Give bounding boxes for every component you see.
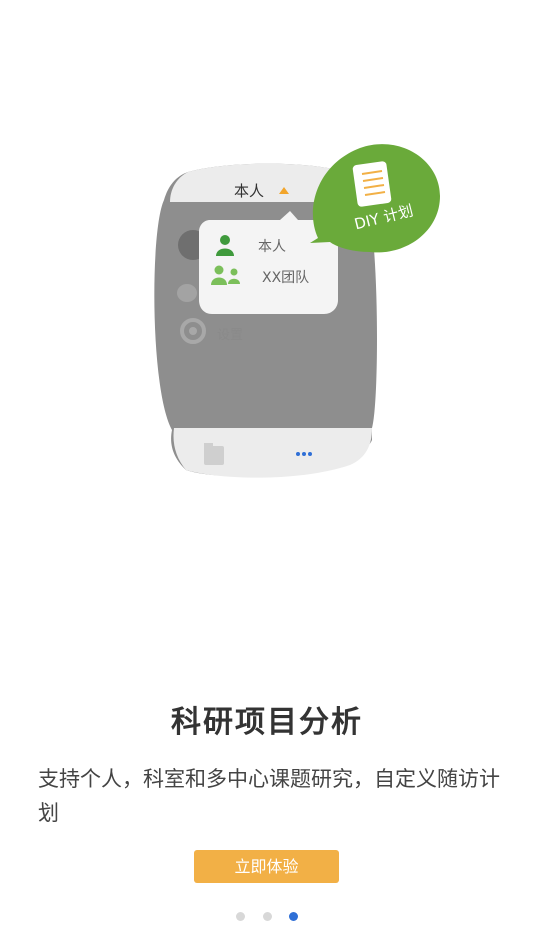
pager-dot[interactable]	[236, 912, 246, 921]
page-description: 支持个人，科室和多中心课题研究，自定义随访计划	[38, 767, 500, 825]
page-title: 科研项目分析	[171, 705, 363, 740]
pager-dots	[0, 906, 534, 925]
mockup-header-label: 本人	[234, 182, 265, 200]
mockup-dropdown-item-team: XX团队	[262, 270, 310, 286]
phone-mockup-graphic	[154, 144, 440, 478]
pager-dot-active[interactable]	[288, 912, 298, 921]
mockup-dropdown-item-self: 本人	[258, 239, 286, 255]
pager-dot[interactable]	[262, 912, 272, 921]
onboarding-illustration: 本人 本人 XX团队 设置 DIY 计划	[0, 0, 534, 520]
start-now-button[interactable]: 立即体验	[194, 850, 339, 883]
mockup-settings-label: 设置	[217, 328, 244, 343]
